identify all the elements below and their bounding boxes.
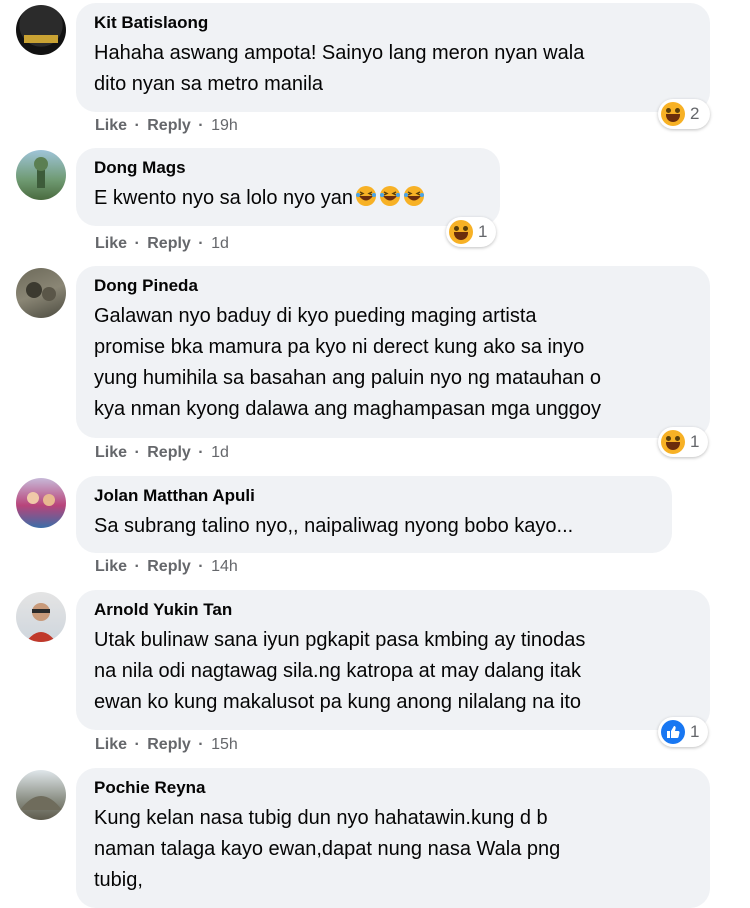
comment-text: Utak bulinaw sana iyun pgkapit pasa kmbi…	[94, 629, 586, 713]
like-link[interactable]: Like	[95, 444, 127, 461]
like-link[interactable]: Like	[95, 235, 127, 252]
reaction-summary[interactable]: 1	[446, 217, 496, 247]
comment-actions: Like · Reply · 1d	[95, 235, 229, 253]
comment-bubble: Kit Batislaong Hahaha aswang ampota! Sai…	[76, 3, 710, 112]
laughing-emoji	[356, 186, 377, 206]
comment-timestamp[interactable]: 1d	[211, 444, 229, 461]
comment-timestamp[interactable]: 19h	[211, 117, 238, 134]
reaction-count: 1	[690, 722, 700, 741]
haha-emoji	[449, 220, 473, 244]
comment-text: Galawan nyo baduy di kyo pueding maging …	[94, 305, 602, 420]
avatar[interactable]	[16, 5, 66, 55]
avatar-image	[20, 796, 62, 810]
reaction-summary[interactable]: 1	[658, 717, 708, 747]
haha-emoji	[661, 430, 685, 454]
haha-emoji	[661, 102, 685, 126]
separator: ·	[134, 444, 140, 461]
reaction-count: 2	[690, 104, 700, 123]
reply-link[interactable]: Reply	[147, 117, 191, 134]
comment-timestamp[interactable]: 15h	[211, 736, 238, 753]
comment-text: E kwento nyo sa lolo nyo yan	[94, 183, 482, 214]
like-link[interactable]: Like	[95, 117, 127, 134]
separator: ·	[198, 558, 204, 575]
avatar[interactable]	[16, 478, 66, 528]
comment-actions: Like · Reply · 14h	[95, 558, 238, 576]
comment-author[interactable]: Pochie Reyna	[94, 777, 692, 799]
avatar-image	[26, 282, 56, 301]
separator: ·	[198, 444, 204, 461]
reaction-count: 1	[478, 222, 488, 241]
like-link[interactable]: Like	[95, 736, 127, 753]
comment-bubble: Dong Pineda Galawan nyo baduy di kyo pue…	[76, 266, 710, 438]
reaction-summary[interactable]: 1	[658, 427, 708, 457]
laughing-emoji	[380, 186, 401, 206]
separator: ·	[134, 235, 140, 252]
comment-bubble: Dong Mags E kwento nyo sa lolo nyo yan	[76, 148, 500, 226]
reaction-count: 1	[690, 432, 700, 451]
comment-text: Hahaha aswang ampota! Sainyo lang meron …	[94, 42, 585, 95]
comment-actions: Like · Reply · 15h	[95, 736, 238, 754]
reply-link[interactable]: Reply	[147, 235, 191, 252]
laughing-emoji	[404, 186, 425, 206]
comment-author[interactable]: Arnold Yukin Tan	[94, 599, 692, 621]
avatar[interactable]	[16, 268, 66, 318]
avatar-image	[26, 603, 56, 642]
comment-bubble: Arnold Yukin Tan Utak bulinaw sana iyun …	[76, 590, 710, 730]
separator: ·	[134, 558, 140, 575]
separator: ·	[198, 117, 204, 134]
comment-author[interactable]: Dong Pineda	[94, 275, 692, 297]
comment-author[interactable]: Dong Mags	[94, 157, 482, 179]
like-thumb-icon	[661, 720, 685, 744]
comment-timestamp[interactable]: 14h	[211, 558, 238, 575]
comment-timestamp[interactable]: 1d	[211, 235, 229, 252]
avatar[interactable]	[16, 770, 66, 820]
reply-link[interactable]: Reply	[147, 444, 191, 461]
comment-text: Sa subrang talino nyo,, naipaliwag nyong…	[94, 515, 574, 537]
separator: ·	[134, 117, 140, 134]
reaction-summary[interactable]: 2	[658, 99, 710, 129]
avatar[interactable]	[16, 592, 66, 642]
comment-bubble: Pochie Reyna Kung kelan nasa tubig dun n…	[76, 768, 710, 908]
comment-actions: Like · Reply · 1d	[95, 444, 229, 462]
comment-text-content: E kwento nyo sa lolo nyo yan	[94, 187, 354, 209]
reply-link[interactable]: Reply	[147, 558, 191, 575]
comment-text: Kung kelan nasa tubig dun nyo hahatawin.…	[94, 807, 561, 891]
comment-actions: Like · Reply · 19h	[95, 117, 238, 135]
comment-author[interactable]: Jolan Matthan Apuli	[94, 485, 654, 507]
reply-link[interactable]: Reply	[147, 736, 191, 753]
avatar-image	[24, 35, 58, 43]
separator: ·	[134, 736, 140, 753]
avatar-image	[27, 492, 55, 506]
comment-author[interactable]: Kit Batislaong	[94, 12, 692, 34]
avatar[interactable]	[16, 150, 66, 200]
avatar-image	[34, 157, 48, 188]
comment-bubble: Jolan Matthan Apuli Sa subrang talino ny…	[76, 476, 672, 553]
separator: ·	[198, 235, 204, 252]
like-link[interactable]: Like	[95, 558, 127, 575]
separator: ·	[198, 736, 204, 753]
